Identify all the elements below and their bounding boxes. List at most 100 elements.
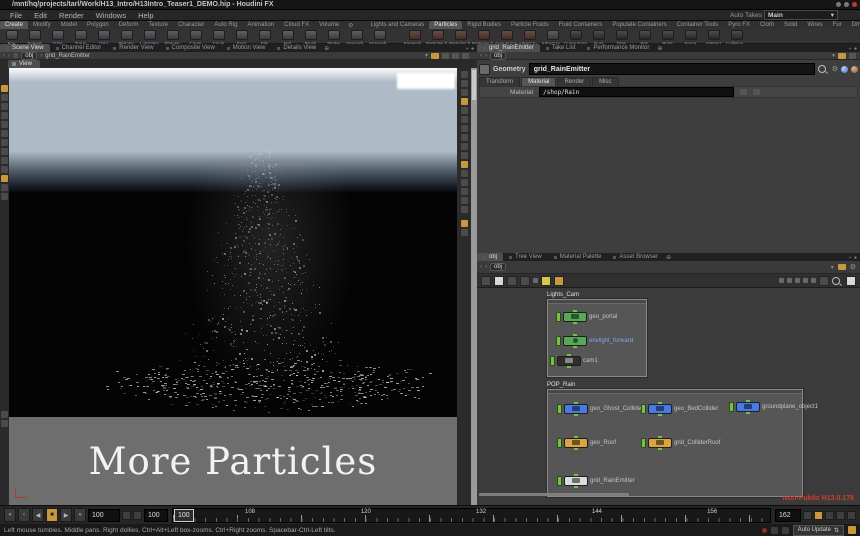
path-dropdown-icon[interactable]: ▾ [831, 264, 834, 271]
shelf-tab-fur[interactable]: Fur [828, 21, 847, 29]
add-tab-icon[interactable]: ⊕ [664, 254, 671, 261]
material-path-field[interactable]: /shop/Rain [539, 87, 734, 97]
net-overview-icon[interactable] [846, 276, 856, 286]
node-flag-icon[interactable] [557, 438, 562, 448]
net-opt-icon[interactable] [811, 278, 816, 283]
shelf-tab-drive-simulation[interactable]: Drive Simulation [847, 21, 860, 29]
geometry-node-icon[interactable] [736, 402, 760, 412]
handles-tool-icon[interactable] [1, 94, 8, 101]
tab-channel-editor[interactable]: Channel Editor [50, 44, 108, 52]
param-gadget-icon[interactable] [849, 53, 856, 59]
forward-icon[interactable]: › [485, 53, 487, 59]
node-flag-icon[interactable] [556, 312, 561, 322]
shelf-tab-cloth[interactable]: Cloth [755, 21, 779, 29]
tab-scene-view[interactable]: Scene View [0, 44, 50, 52]
menu-render[interactable]: Render [53, 11, 90, 20]
shelf-tab-deform[interactable]: Deform [114, 21, 144, 29]
net-footprint-icon[interactable] [520, 276, 530, 286]
node-flag-icon[interactable] [641, 438, 646, 448]
shelf-tab-create[interactable]: Create [0, 21, 28, 29]
node-flag-icon[interactable] [550, 356, 555, 366]
forward-icon[interactable]: › [8, 53, 10, 59]
shelf-tab-rigid-bodies[interactable]: Rigid Bodies [462, 21, 506, 29]
back-icon[interactable]: ‹ [3, 53, 5, 59]
range-end-field[interactable]: 162 [775, 509, 801, 522]
tab-tree-view[interactable]: Tree View [503, 253, 548, 261]
audio-toggle-icon[interactable] [836, 511, 845, 520]
net-opt-icon[interactable] [795, 278, 800, 283]
folder-tab-render[interactable]: Render [557, 77, 591, 86]
scene-viewport[interactable]: More Particles [9, 68, 457, 505]
shelf-tab-animation[interactable]: Animation [242, 21, 279, 29]
shelf-tab-container-tools[interactable]: Container Tools [672, 21, 724, 29]
pin-icon[interactable]: ◎ [13, 52, 18, 59]
breadcrumb-node[interactable]: grid_RainEmitter [45, 53, 90, 59]
menu-help[interactable]: Help [132, 11, 159, 20]
viewport-opt-icon[interactable] [461, 116, 468, 123]
geometry-node-icon[interactable] [564, 476, 588, 486]
pose-tool-icon[interactable] [1, 139, 8, 146]
viewport-opt-icon[interactable] [461, 125, 468, 132]
add-tab-icon[interactable]: ⊕ [322, 45, 329, 52]
viewport-opt-icon[interactable] [461, 197, 468, 204]
auto-update-selector[interactable]: Auto Update ⇅ [793, 525, 844, 536]
forward-icon[interactable]: › [485, 264, 487, 270]
shelf-tab-model[interactable]: Model [56, 21, 82, 29]
net-template-icon[interactable] [507, 276, 517, 286]
search-icon[interactable] [818, 65, 826, 73]
shelf-tab-pyrofx[interactable]: Pyro FX [723, 21, 755, 29]
shelf-tab-fluid-containers[interactable]: Fluid Containers [554, 21, 608, 29]
shelf-tab-particle-fluids[interactable]: Particle Fluids [506, 21, 554, 29]
realtime-toggle-icon[interactable] [814, 511, 823, 520]
viewport-tool-icon[interactable] [1, 148, 8, 155]
net-color-icon[interactable] [541, 276, 551, 286]
viewport-tool-icon[interactable] [1, 175, 8, 182]
take-selector[interactable]: Main ▾ [764, 10, 838, 20]
viewport-tool-icon[interactable] [1, 184, 8, 191]
playhead[interactable]: 100 [174, 509, 194, 522]
play-reverse-button[interactable]: ◀ [32, 508, 44, 522]
select-mode-icon[interactable] [442, 53, 449, 59]
shelf-tab-solid[interactable]: Solid [779, 21, 802, 29]
shelf-tab-texture[interactable]: Texture [143, 21, 173, 29]
shelf-tab-lights-cameras[interactable]: Lights and Cameras [366, 21, 430, 29]
netbox-title[interactable]: Lights_Cam [547, 292, 579, 298]
node-flag-icon[interactable] [641, 404, 646, 414]
tab-composite-view[interactable]: Composite View [160, 44, 221, 52]
viewport-tool-icon[interactable] [1, 157, 8, 164]
lighting-mode-icon[interactable] [461, 98, 468, 105]
view-tab[interactable]: View [8, 60, 40, 68]
viewport-tool-icon[interactable] [1, 420, 8, 427]
node-geo-ghost-collider[interactable]: geo_Ghost_Collider [557, 404, 643, 413]
playbar-menu-icon[interactable] [847, 511, 856, 520]
folder-tab-misc[interactable]: Misc [592, 77, 618, 86]
viewport-opt-icon[interactable] [461, 170, 468, 177]
keyframe-toggle-icon[interactable] [122, 511, 131, 520]
viewport-opt-icon[interactable] [461, 107, 468, 114]
tab-grid-rainemitter[interactable]: grid_RainEmitter [477, 44, 540, 52]
record-icon[interactable] [762, 528, 767, 533]
viewport-opt-icon[interactable] [461, 134, 468, 141]
network-editor[interactable]: Lights_Cam POP_Rain geo_portal envlight_… [477, 288, 860, 505]
camera-node-icon[interactable] [557, 356, 581, 366]
translate-tool-icon[interactable] [1, 112, 8, 119]
tab-render-view[interactable]: Render View [107, 44, 159, 52]
gear-icon[interactable]: ⚙ [850, 263, 856, 271]
node-flag-icon[interactable] [557, 476, 562, 486]
material-ball-icon[interactable] [841, 66, 848, 73]
net-opt-icon[interactable] [779, 278, 784, 283]
node-geo-roof[interactable]: geo_Roof [557, 438, 616, 447]
viewport-opt-icon[interactable] [461, 206, 468, 213]
path-dropdown-icon[interactable]: ▾ [832, 52, 835, 59]
node-grid-rainemitter[interactable]: grid_RainEmitter [557, 476, 635, 485]
netbox-title[interactable]: POP_Rain [547, 382, 575, 388]
range-start-field[interactable]: 100 [144, 509, 168, 522]
breadcrumb-root[interactable]: obj [21, 52, 37, 60]
tab-material-palette[interactable]: Material Palette [548, 253, 608, 261]
maximize-icon[interactable] [844, 2, 849, 7]
viewport-opt-icon[interactable] [461, 89, 468, 96]
folder-tab-transform[interactable]: Transform [479, 77, 520, 86]
viewport-tool-icon[interactable] [1, 411, 8, 418]
minimize-icon[interactable] [836, 2, 841, 7]
tab-motion-view[interactable]: Motion View [221, 44, 272, 52]
